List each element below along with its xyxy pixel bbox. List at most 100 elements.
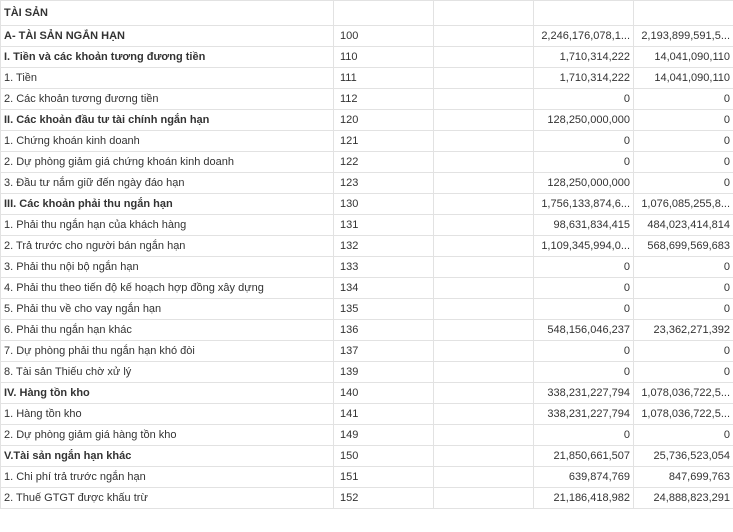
row-label: 2. Thuế GTGT được khấu trừ <box>0 487 334 509</box>
row-label: 1. Hàng tồn kho <box>0 403 334 425</box>
row-value-current: 98,631,834,415 <box>533 214 634 236</box>
section-header-row: TÀI SẢN <box>0 0 733 26</box>
row-code: 122 <box>333 151 434 173</box>
table-row: 5. Phải thu về cho vay ngắn hạn 135 0 0 <box>0 298 733 320</box>
row-note <box>433 466 534 488</box>
row-note <box>433 214 534 236</box>
row-value-current: 0 <box>533 361 634 383</box>
row-label: 1. Chi phí trả trước ngắn hạn <box>0 466 334 488</box>
row-code: 136 <box>333 319 434 341</box>
table-row: 1. Hàng tồn kho 141 338,231,227,794 1,078,0… <box>0 403 733 425</box>
row-note <box>433 172 534 194</box>
row-code: 135 <box>333 298 434 320</box>
row-note <box>433 109 534 131</box>
table-row: A- TÀI SẢN NGẮN HẠN 100 2,246,176,078,1...… <box>0 25 733 47</box>
table-row: 1. Phải thu ngắn hạn của khách hàng 131 98… <box>0 214 733 236</box>
table-row: 1. Tiền 111 1,710,314,222 14,041,090,110 <box>0 67 733 89</box>
row-value-previous: 14,041,090,110 <box>633 46 733 68</box>
row-value-previous: 0 <box>633 277 733 299</box>
row-note <box>433 130 534 152</box>
row-label: 3. Phải thu nội bộ ngắn hạn <box>0 256 334 278</box>
row-note <box>433 382 534 404</box>
row-value-current: 1,710,314,222 <box>533 46 634 68</box>
table-row: 1. Chứng khoán kinh doanh 121 0 0 <box>0 130 733 152</box>
row-value-current: 0 <box>533 298 634 320</box>
row-label: 1. Tiền <box>0 67 334 89</box>
row-label: 6. Phải thu ngắn hạn khác <box>0 319 334 341</box>
row-value-previous: 0 <box>633 298 733 320</box>
row-label: 3. Đầu tư nắm giữ đến ngày đáo hạn <box>0 172 334 194</box>
row-value-previous: 23,362,271,392 <box>633 319 733 341</box>
row-value-previous: 1,078,036,722,5... <box>633 382 733 404</box>
header-value-2-cell <box>633 0 733 26</box>
row-code: 149 <box>333 424 434 446</box>
row-value-current: 338,231,227,794 <box>533 382 634 404</box>
section-title: TÀI SẢN <box>0 0 334 26</box>
row-value-current: 0 <box>533 88 634 110</box>
row-value-previous: 14,041,090,110 <box>633 67 733 89</box>
table-row: II. Các khoản đầu tư tài chính ngắn hạn 1… <box>0 109 733 131</box>
row-code: 131 <box>333 214 434 236</box>
row-code: 100 <box>333 25 434 47</box>
row-label: A- TÀI SẢN NGẮN HẠN <box>0 25 334 47</box>
row-code: 141 <box>333 403 434 425</box>
row-label: 4. Phải thu theo tiến độ kế hoạch hợp đồ… <box>0 277 334 299</box>
row-note <box>433 487 534 509</box>
table-row: 3. Phải thu nội bộ ngắn hạn 133 0 0 <box>0 256 733 278</box>
row-label: 2. Dự phòng giảm giá chứng khoán kinh do… <box>0 151 334 173</box>
table-row: 2. Dự phòng giảm giá hàng tồn kho 149 0 0 <box>0 424 733 446</box>
table-row: 6. Phải thu ngắn hạn khác 136 548,156,046,… <box>0 319 733 341</box>
row-code: 120 <box>333 109 434 131</box>
row-value-previous: 0 <box>633 256 733 278</box>
row-code: 134 <box>333 277 434 299</box>
row-code: 111 <box>333 67 434 89</box>
row-value-current: 0 <box>533 340 634 362</box>
row-label: 2. Trả trước cho người bán ngắn hạn <box>0 235 334 257</box>
row-code: 150 <box>333 445 434 467</box>
row-note <box>433 319 534 341</box>
row-label: II. Các khoản đầu tư tài chính ngắn hạn <box>0 109 334 131</box>
row-note <box>433 46 534 68</box>
row-value-current: 1,710,314,222 <box>533 67 634 89</box>
row-value-current: 128,250,000,000 <box>533 109 634 131</box>
row-note <box>433 403 534 425</box>
row-value-previous: 0 <box>633 361 733 383</box>
table-row: 8. Tài sản Thiếu chờ xử lý 139 0 0 <box>0 361 733 383</box>
table-row: 2. Thuế GTGT được khấu trừ 152 21,186,418,… <box>0 487 733 509</box>
row-value-previous: 0 <box>633 424 733 446</box>
row-value-current: 0 <box>533 424 634 446</box>
row-value-previous: 2,193,899,591,5... <box>633 25 733 47</box>
row-value-previous: 568,699,569,683 <box>633 235 733 257</box>
row-label: IV. Hàng tồn kho <box>0 382 334 404</box>
row-value-previous: 0 <box>633 109 733 131</box>
row-note <box>433 88 534 110</box>
row-value-current: 1,109,345,994,0... <box>533 235 634 257</box>
row-code: 137 <box>333 340 434 362</box>
row-label: 5. Phải thu về cho vay ngắn hạn <box>0 298 334 320</box>
row-label: 2. Dự phòng giảm giá hàng tồn kho <box>0 424 334 446</box>
row-value-current: 1,756,133,874,6... <box>533 193 634 215</box>
row-note <box>433 193 534 215</box>
row-note <box>433 298 534 320</box>
row-value-previous: 1,076,085,255,8... <box>633 193 733 215</box>
table-row: 4. Phải thu theo tiến độ kế hoạch hợp đồ… <box>0 277 733 299</box>
row-note <box>433 445 534 467</box>
row-code: 140 <box>333 382 434 404</box>
row-note <box>433 256 534 278</box>
row-label: 1. Phải thu ngắn hạn của khách hàng <box>0 214 334 236</box>
table-row: 2. Các khoản tương đương tiền 112 0 0 <box>0 88 733 110</box>
row-value-previous: 0 <box>633 88 733 110</box>
row-value-previous: 0 <box>633 340 733 362</box>
row-label: I. Tiền và các khoản tương đương tiền <box>0 46 334 68</box>
row-note <box>433 151 534 173</box>
table-row: 2. Trả trước cho người bán ngắn hạn 132 1,… <box>0 235 733 257</box>
row-code: 110 <box>333 46 434 68</box>
row-value-current: 0 <box>533 277 634 299</box>
row-label: V.Tài sản ngắn hạn khác <box>0 445 334 467</box>
table-row: 2. Dự phòng giảm giá chứng khoán kinh do… <box>0 151 733 173</box>
row-label: 8. Tài sản Thiếu chờ xử lý <box>0 361 334 383</box>
row-code: 123 <box>333 172 434 194</box>
row-code: 132 <box>333 235 434 257</box>
row-value-current: 21,850,661,507 <box>533 445 634 467</box>
header-code-cell <box>333 0 434 26</box>
